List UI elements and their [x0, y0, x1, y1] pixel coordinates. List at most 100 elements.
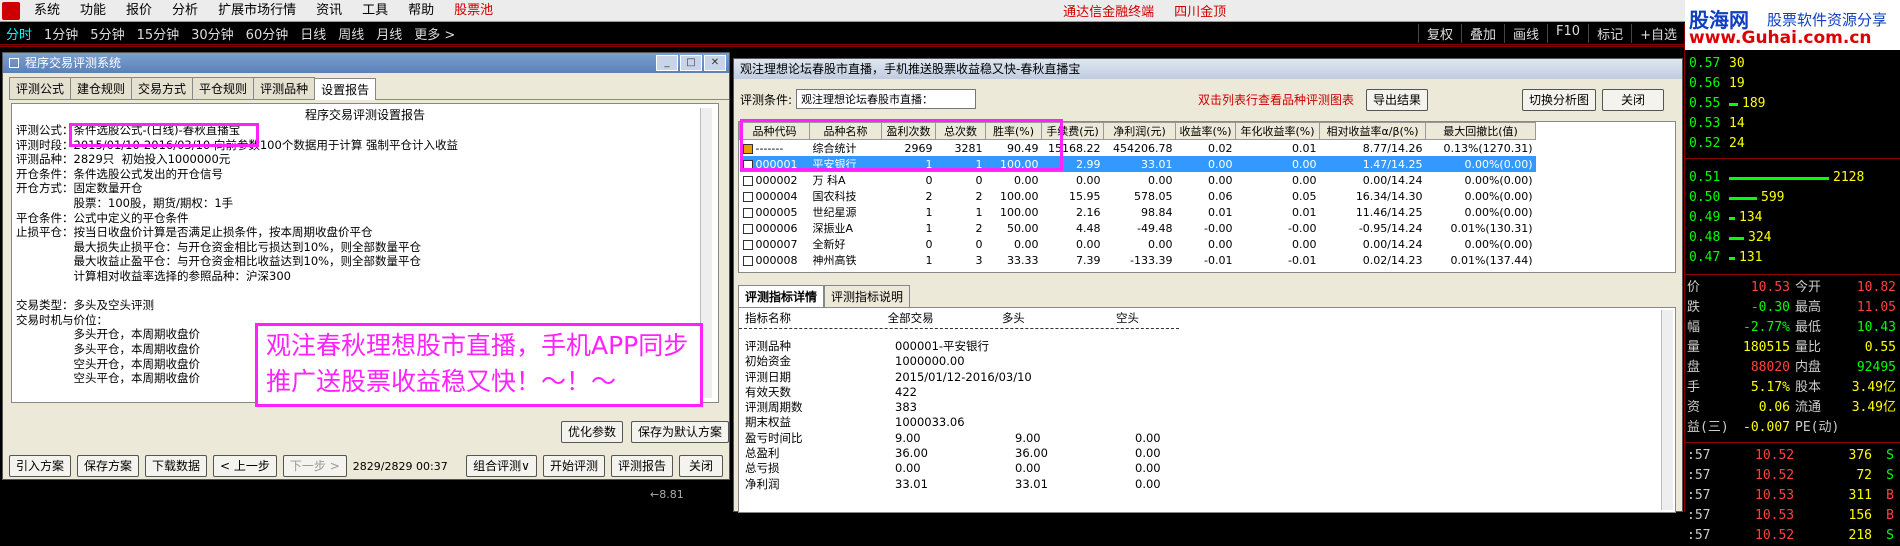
- tab-formula[interactable]: 评测公式: [9, 77, 72, 99]
- f10-button[interactable]: F10: [1547, 24, 1588, 43]
- broker-name: 通达信金融终端: [1063, 5, 1155, 20]
- close-icon[interactable]: ✕: [704, 55, 726, 71]
- tab-close-rules[interactable]: 平仓规则: [192, 77, 255, 99]
- table-row[interactable]: 000005 世纪星源 1 1 100.00 2.16 98.84 0.01 0.01 11.46…: [740, 204, 1536, 220]
- close-button[interactable]: 关闭: [1602, 89, 1664, 111]
- menu-news[interactable]: 资讯: [306, 0, 352, 22]
- overlay-button[interactable]: 叠加: [1461, 24, 1504, 43]
- minimize-icon[interactable]: _: [656, 55, 678, 71]
- tab-report[interactable]: 设置报告: [314, 78, 377, 100]
- detail-row: 期末权益 1000033.06: [745, 415, 1669, 430]
- period-tab-intraday[interactable]: 分时: [0, 24, 38, 43]
- column-header[interactable]: 年化收益率(%): [1235, 122, 1320, 140]
- checkbox[interactable]: [742, 207, 753, 218]
- orderbook-volume: 24: [1729, 136, 1745, 151]
- table-row[interactable]: 000002 万 科A 0 0 0.00 0.00 0.00 0.00 0.00 0.00/14.…: [740, 172, 1536, 188]
- period-tab-week[interactable]: 周线: [332, 24, 370, 43]
- table-row[interactable]: 000006 深振业A 1 2 50.00 4.48 -49.48 -0.00 -0.00 -0.…: [740, 220, 1536, 236]
- row-code: 000004: [755, 189, 798, 203]
- orderbook-row: 0.56 19: [1685, 74, 1900, 94]
- highlight-formula-box: [69, 123, 259, 147]
- mark-button[interactable]: 标记: [1588, 24, 1631, 43]
- orderbook-volume: 2128: [1833, 170, 1865, 185]
- checkbox[interactable]: [742, 191, 753, 202]
- draw-line-button[interactable]: 画线: [1504, 24, 1547, 43]
- tick-volume: 376: [1848, 448, 1872, 463]
- stat-value: 92495: [1856, 360, 1896, 375]
- menu-quote[interactable]: 报价: [116, 0, 162, 22]
- window-title: 程序交易评测系统: [25, 56, 122, 70]
- menu-help[interactable]: 帮助: [398, 0, 444, 22]
- period-tab-day[interactable]: 日线: [294, 24, 332, 43]
- hint-text: 双击列表行查看品种评测图表: [1198, 93, 1355, 107]
- add-favorite-button[interactable]: +自选: [1631, 24, 1685, 43]
- period-tab-month[interactable]: 月线: [370, 24, 408, 43]
- tab-trade-method[interactable]: 交易方式: [131, 77, 194, 99]
- column-header[interactable]: 收益率(%): [1175, 122, 1236, 140]
- next-step-button[interactable]: 下一步 >: [282, 455, 347, 477]
- table-row[interactable]: 000004 国农科技 2 2 100.00 15.95 578.05 0.06 0.05 16.…: [740, 188, 1536, 204]
- start-test-button[interactable]: 开始评测: [542, 455, 605, 477]
- switch-chart-button[interactable]: 切换分析图: [1522, 89, 1597, 111]
- combo-test-button[interactable]: 组合评测∨: [466, 455, 537, 477]
- report-title: 程序交易评测设置报告: [304, 108, 425, 122]
- volume-bar: [1729, 197, 1757, 200]
- stat-label: 内盘: [1795, 360, 1822, 375]
- menu-ext-market[interactable]: 扩展市场行情: [208, 0, 306, 22]
- prev-step-button[interactable]: < 上一步: [213, 455, 277, 477]
- tab-detail[interactable]: 评测指标详情: [738, 285, 825, 307]
- import-plan-button[interactable]: 引入方案: [9, 455, 72, 477]
- export-button[interactable]: 导出结果: [1366, 89, 1429, 111]
- condition-bar: 评测条件: 观注理想论坛春股市直播：: [740, 89, 977, 109]
- table-cell: 0.00: [1076, 173, 1101, 187]
- tick-row: :57 10.53 311 B: [1685, 486, 1900, 506]
- table-cell: 7.39: [1076, 253, 1101, 267]
- table-row[interactable]: 000008 神州高铁 1 3 33.33 7.39 -133.39 -0.01 -0.01 0.…: [740, 252, 1536, 268]
- adjust-button[interactable]: 复权: [1418, 24, 1461, 43]
- menu-system[interactable]: 系统: [24, 0, 70, 22]
- detail-cell: 36.00: [895, 446, 928, 461]
- save-default-button[interactable]: 保存为默认方案: [631, 421, 730, 443]
- tick-volume: 72: [1856, 468, 1872, 483]
- settings-tabs: 评测公式 建仓规则 交易方式 平仓规则 评测品种 设置报告: [9, 77, 729, 100]
- scrollbar[interactable]: [1661, 310, 1673, 510]
- orderbook-volume: 14: [1729, 116, 1745, 131]
- detail-cell: 9.00: [1015, 430, 1041, 445]
- checkbox[interactable]: [742, 223, 753, 234]
- table-cell: 1: [925, 205, 933, 219]
- volume-bar: [1729, 237, 1744, 240]
- checkbox[interactable]: [742, 239, 753, 250]
- period-tab-5min[interactable]: 5分钟: [84, 24, 130, 43]
- column-header[interactable]: 最大回撤比(值): [1425, 122, 1536, 140]
- period-tab-1min[interactable]: 1分钟: [38, 24, 84, 43]
- table-row[interactable]: 000007 全新好 0 0 0.00 0.00 0.00 0.00 0.00 0.00/14.2…: [740, 236, 1536, 252]
- menu-stock-pool[interactable]: 股票池: [444, 0, 503, 22]
- checkbox[interactable]: [742, 175, 753, 186]
- menu-tools[interactable]: 工具: [352, 0, 398, 22]
- detail-body: 评测品种 000001-平安银行 初始资金 1000000.00 评测日期 2015/01…: [739, 329, 1675, 492]
- stat-value: 10.82: [1856, 280, 1896, 295]
- close-button[interactable]: 关闭: [679, 455, 723, 477]
- download-data-button[interactable]: 下载数据: [145, 455, 208, 477]
- period-tab-30min[interactable]: 30分钟: [185, 24, 240, 43]
- period-tab-15min[interactable]: 15分钟: [131, 24, 186, 43]
- tab-explanation[interactable]: 评测指标说明: [824, 285, 911, 307]
- table-cell: 0.00: [1208, 173, 1233, 187]
- column-header[interactable]: 净利润(元): [1103, 122, 1176, 140]
- optimize-params-button[interactable]: 优化参数: [561, 421, 624, 443]
- maximize-icon[interactable]: □: [680, 55, 702, 71]
- stat-label: 流通: [1795, 400, 1822, 415]
- condition-select[interactable]: 观注理想论坛春股市直播：: [796, 89, 977, 109]
- tab-open-rules[interactable]: 建仓规则: [70, 77, 133, 99]
- stat-value: 3.49亿: [1851, 380, 1896, 395]
- menu-function[interactable]: 功能: [70, 0, 116, 22]
- orderbook-price: 0.51: [1689, 170, 1721, 185]
- column-header[interactable]: 相对收益率α/β(%): [1319, 122, 1426, 140]
- save-plan-button[interactable]: 保存方案: [77, 455, 140, 477]
- tab-instruments[interactable]: 评测品种: [253, 77, 316, 99]
- period-tab-60min[interactable]: 60分钟: [240, 24, 295, 43]
- menu-analysis[interactable]: 分析: [162, 0, 208, 22]
- checkbox[interactable]: [742, 255, 753, 266]
- period-tab-more[interactable]: 更多 >: [408, 24, 461, 43]
- test-report-button[interactable]: 评测报告: [610, 455, 673, 477]
